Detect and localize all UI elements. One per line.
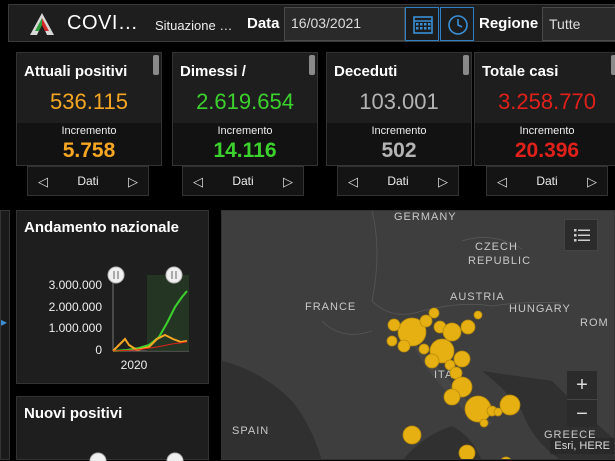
increment-label: Incremento: [371, 125, 427, 137]
pager-deceduti: ◁ Dati ▷: [337, 166, 459, 196]
new-positives-panel: Nuovi positivi: [16, 396, 209, 461]
pager-totale-casi: ◁ Dati ▷: [486, 166, 608, 196]
increment-label: Incremento: [519, 125, 575, 137]
side-panel-toggle[interactable]: ▸: [0, 210, 10, 460]
marker: [442, 322, 462, 342]
time-button[interactable]: [440, 7, 474, 41]
card-value: 2.619.654: [196, 89, 294, 114]
new-positives-handles: [89, 452, 184, 461]
card-value: 536.115: [50, 89, 128, 114]
top-bar: COVI… Situazione … Data 16/03/2021 Regio…: [8, 4, 615, 42]
marker: [460, 319, 476, 335]
range-handle-right: [165, 266, 183, 284]
card-scrollbar[interactable]: [463, 55, 469, 75]
marker: [418, 343, 430, 355]
card-deceduti: Deceduti 103.001 Incremento 502: [326, 52, 472, 166]
y-tick-label: 3.000.000: [49, 278, 103, 292]
marker: [424, 353, 440, 369]
calendar-button[interactable]: [405, 7, 439, 41]
chevron-right-icon[interactable]: ▷: [126, 173, 140, 191]
app-title: COVI…: [67, 12, 139, 34]
calendar-icon: [413, 16, 433, 34]
zoom-out-button[interactable]: −: [567, 399, 597, 427]
chevron-right-icon[interactable]: ▷: [281, 173, 295, 191]
card-increment-area: Incremento 5.758: [17, 123, 161, 165]
y-tick-label: 1.000.000: [49, 321, 103, 335]
marker: [402, 425, 422, 445]
range-highlight: [147, 275, 189, 351]
covid-logo-icon: [30, 13, 54, 35]
increment-value: 5.758: [62, 139, 116, 162]
marker: [493, 407, 503, 417]
increment-value: 20.396: [514, 139, 580, 162]
increment-label: Incremento: [61, 125, 117, 137]
card-value: 103.001: [359, 89, 439, 114]
marker: [386, 335, 398, 347]
marker: [479, 418, 489, 428]
pager-dimessi: ◁ Dati ▷: [182, 166, 304, 196]
date-input[interactable]: 16/03/2021: [284, 7, 405, 41]
map-attribution: Esri, HERE: [550, 438, 614, 454]
marker: [387, 318, 401, 332]
card-increment-area: Incremento 502: [327, 123, 471, 165]
pager-attuali-positivi: ◁ Dati ▷: [27, 166, 149, 196]
x-tick-label: 2020: [121, 358, 148, 372]
marker: [458, 444, 476, 459]
range-handle-left: [107, 266, 125, 284]
list-icon: [574, 229, 590, 242]
card-title: Deceduti: [334, 63, 398, 80]
card-scrollbar[interactable]: [309, 55, 315, 75]
card-totale-casi: Totale casi 3.258.770 Incremento 20.396: [474, 52, 615, 166]
chevron-right-icon[interactable]: ▷: [436, 173, 450, 191]
card-attuali-positivi: Attuali positivi 536.115 Incremento 5.75…: [16, 52, 162, 166]
region-label: Regione: [479, 15, 539, 32]
marker: [443, 388, 461, 406]
y-tick-label: 0: [95, 343, 102, 357]
marker: [453, 350, 471, 368]
zoom-in-button[interactable]: +: [567, 371, 597, 399]
marker: [499, 394, 521, 416]
card-title: Totale casi: [482, 63, 559, 80]
card-scrollbar[interactable]: [153, 55, 159, 75]
date-label: Data: [247, 15, 280, 32]
increment-value: 14.116: [213, 139, 277, 162]
increment-value: 502: [381, 139, 417, 162]
app-subtitle: Situazione …: [155, 18, 233, 33]
card-title: Dimessi /: [180, 63, 246, 80]
marker: [473, 310, 483, 320]
marker: [428, 307, 440, 319]
trend-chart: 3.000.000 2.000.000 1.000.000 0 2020: [49, 266, 189, 372]
map-view[interactable]: GERMANY CZECH REPUBLIC FRANCE AUSTRIA HU…: [221, 210, 615, 460]
marker: [397, 339, 411, 353]
clock-icon: [448, 15, 468, 35]
chevron-right-icon[interactable]: ▷: [585, 173, 599, 191]
card-increment-area: Incremento 20.396: [475, 123, 615, 165]
card-increment-area: Incremento 14.116: [173, 123, 317, 165]
map-markers: [386, 307, 521, 459]
trend-panel: Andamento nazionale 3.000.000 2.000.000 …: [16, 210, 209, 384]
chevron-right-icon: ▸: [1, 315, 8, 329]
increment-label: Incremento: [217, 125, 273, 137]
card-value: 3.258.770: [498, 89, 596, 114]
region-select[interactable]: Tutte: [542, 7, 615, 41]
card-scrollbar[interactable]: [611, 55, 615, 75]
legend-button[interactable]: [564, 219, 598, 251]
card-title: Attuali positivi: [24, 63, 128, 80]
y-tick-label: 2.000.000: [49, 300, 103, 314]
card-dimessi: Dimessi / 2.619.654 Incremento 14.116: [172, 52, 318, 166]
